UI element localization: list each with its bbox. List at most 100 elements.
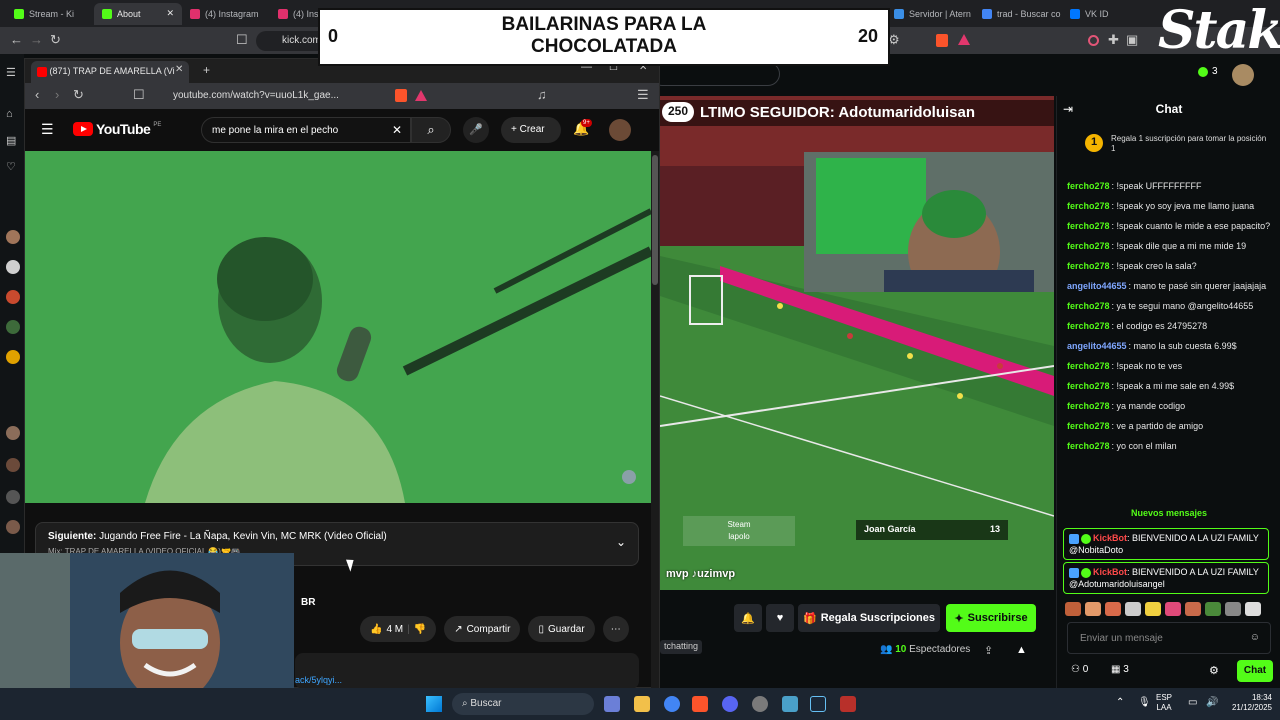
- clear-search-icon[interactable]: ✕: [392, 123, 402, 137]
- bot-username[interactable]: KickBot: [1093, 533, 1127, 543]
- voice-search-button[interactable]: 🎤: [463, 117, 489, 143]
- windows-start-icon[interactable]: [426, 696, 442, 712]
- taskbar-clock[interactable]: 18:34 21/12/2025: [1226, 693, 1272, 713]
- browser-tab[interactable]: Servidor | Atern: [886, 3, 974, 25]
- taskbar-search[interactable]: ⌕ Buscar: [452, 693, 594, 715]
- chevron-up-icon[interactable]: ⌃: [1116, 697, 1124, 708]
- brave-rewards-icon[interactable]: [958, 34, 970, 45]
- bot-username[interactable]: KickBot: [1093, 567, 1127, 577]
- brave-shield-icon[interactable]: [936, 34, 948, 47]
- create-button[interactable]: + Crear: [501, 117, 561, 143]
- chat-username[interactable]: fercho278: [1067, 201, 1110, 211]
- bookmark-icon[interactable]: ☐: [133, 87, 145, 103]
- emote-icon[interactable]: [1145, 602, 1161, 616]
- yt-scroll-thumb[interactable]: [652, 155, 658, 285]
- chrome-icon[interactable]: [664, 696, 680, 712]
- menu-icon[interactable]: ☰: [6, 66, 16, 79]
- gift-subs-button[interactable]: 🎁 Regala Suscripciones: [798, 604, 940, 632]
- yt-address-bar[interactable]: youtube.com/watch?v=uuoL1k_gae...: [173, 87, 473, 105]
- mic-icon[interactable]: 🎙: [1138, 697, 1151, 708]
- channel-avatar[interactable]: [6, 458, 20, 472]
- channel-avatar[interactable]: [6, 230, 20, 244]
- chat-username[interactable]: fercho278: [1067, 241, 1110, 251]
- reload-icon[interactable]: ↻: [73, 87, 84, 103]
- home-icon[interactable]: ⌂: [6, 108, 13, 120]
- browser-tab[interactable]: About ✕: [94, 2, 182, 25]
- puzzle-icon[interactable]: ✚: [1108, 32, 1119, 48]
- channel-avatar[interactable]: [6, 520, 20, 534]
- brave-icon[interactable]: [692, 696, 708, 712]
- channel-avatar[interactable]: [6, 260, 20, 274]
- points-stat[interactable]: ⚇ 0: [1071, 664, 1088, 675]
- browser-tab[interactable]: trad - Buscar co: [974, 3, 1062, 25]
- close-tab-icon[interactable]: ✕: [166, 8, 174, 19]
- gift-stat[interactable]: ▦ 3: [1111, 664, 1129, 675]
- forward-icon[interactable]: ›: [55, 87, 59, 102]
- video-description[interactable]: [295, 653, 639, 689]
- chat-username[interactable]: fercho278: [1067, 401, 1110, 411]
- back-icon[interactable]: ‹: [35, 87, 39, 102]
- forward-icon[interactable]: →: [30, 32, 43, 47]
- channel-avatar[interactable]: [6, 290, 20, 304]
- chat-username[interactable]: fercho278: [1067, 381, 1110, 391]
- chat-send-button[interactable]: Chat: [1237, 660, 1273, 682]
- chat-username[interactable]: fercho278: [1067, 441, 1110, 451]
- emote-icon[interactable]: [1225, 602, 1241, 616]
- app-icon[interactable]: [752, 696, 768, 712]
- category-chip[interactable]: tchatting: [660, 640, 703, 654]
- yt-search-button[interactable]: ⌕: [411, 117, 451, 143]
- browser-tab[interactable]: (4) Instagram: [182, 3, 270, 25]
- notify-button[interactable]: 🔔: [734, 604, 762, 632]
- emote-icon[interactable]: [1105, 602, 1121, 616]
- notepad-icon[interactable]: [782, 696, 798, 712]
- like-button[interactable]: 👍 4 M | 👎: [360, 616, 437, 642]
- network-icon[interactable]: ▭: [1188, 697, 1197, 708]
- file-explorer-icon[interactable]: [634, 696, 650, 712]
- chat-username[interactable]: fercho278: [1067, 261, 1110, 271]
- sidebar-icon[interactable]: ▣: [1126, 32, 1138, 48]
- reload-icon[interactable]: ↻: [50, 32, 61, 48]
- more-actions-button[interactable]: ⋯: [602, 616, 629, 642]
- description-link[interactable]: ack/5ylqyi...: [295, 675, 342, 685]
- settings-icon[interactable]: ⚙: [1209, 664, 1219, 677]
- heart-icon[interactable]: ♡: [6, 160, 16, 173]
- yt-search-input[interactable]: me pone la mira en el pecho ✕: [201, 117, 411, 143]
- bookmark-icon[interactable]: ☐: [236, 32, 248, 48]
- teams-icon[interactable]: [604, 696, 620, 712]
- browse-icon[interactable]: ▤: [6, 134, 16, 147]
- close-tab-icon[interactable]: ✕: [175, 64, 183, 75]
- chat-username[interactable]: fercho278: [1067, 321, 1110, 331]
- channel-avatar[interactable]: [6, 350, 20, 364]
- emote-icon[interactable]: [1165, 602, 1181, 616]
- chat-username[interactable]: fercho278: [1067, 221, 1110, 231]
- browser-tab[interactable]: VK ID: [1062, 3, 1150, 25]
- chat-username[interactable]: angelito44655: [1067, 281, 1127, 291]
- input-language[interactable]: ESP LAA: [1156, 693, 1172, 713]
- channel-avatar[interactable]: [6, 490, 20, 504]
- yt-tab[interactable]: (871) TRAP DE AMARELLA (Vi: [31, 61, 189, 83]
- app-icon[interactable]: [840, 696, 856, 712]
- channel-avatar[interactable]: [6, 320, 20, 334]
- browser-tab[interactable]: Stream - Ki: [6, 3, 94, 25]
- record-icon[interactable]: [1088, 35, 1099, 46]
- yt-video-player[interactable]: [25, 151, 651, 503]
- youtube-logo[interactable]: YouTube PE: [73, 121, 161, 137]
- save-button[interactable]: ▯ Guardar: [528, 616, 595, 642]
- emote-icon[interactable]: [1205, 602, 1221, 616]
- follow-button[interactable]: ♥: [766, 604, 794, 632]
- emote-icon[interactable]: [1245, 602, 1261, 616]
- chat-input[interactable]: Enviar un mensaje ☺: [1067, 622, 1271, 654]
- steam-icon[interactable]: [810, 696, 826, 712]
- chat-username[interactable]: fercho278: [1067, 361, 1110, 371]
- menu-icon[interactable]: ☰: [637, 87, 649, 103]
- subscribe-button[interactable]: ✦ Suscribirse: [946, 604, 1036, 632]
- chevron-down-icon[interactable]: ⌄: [616, 535, 626, 549]
- chat-username[interactable]: fercho278: [1067, 301, 1110, 311]
- back-icon[interactable]: ←: [10, 32, 23, 47]
- emoji-icon[interactable]: ☺: [1250, 632, 1260, 643]
- share-button[interactable]: ↗ Compartir: [444, 616, 521, 642]
- chat-username[interactable]: angelito44655: [1067, 341, 1127, 351]
- emote-icon[interactable]: [1185, 602, 1201, 616]
- chat-username[interactable]: fercho278: [1067, 421, 1110, 431]
- thumbs-down-icon[interactable]: 👎: [414, 624, 426, 635]
